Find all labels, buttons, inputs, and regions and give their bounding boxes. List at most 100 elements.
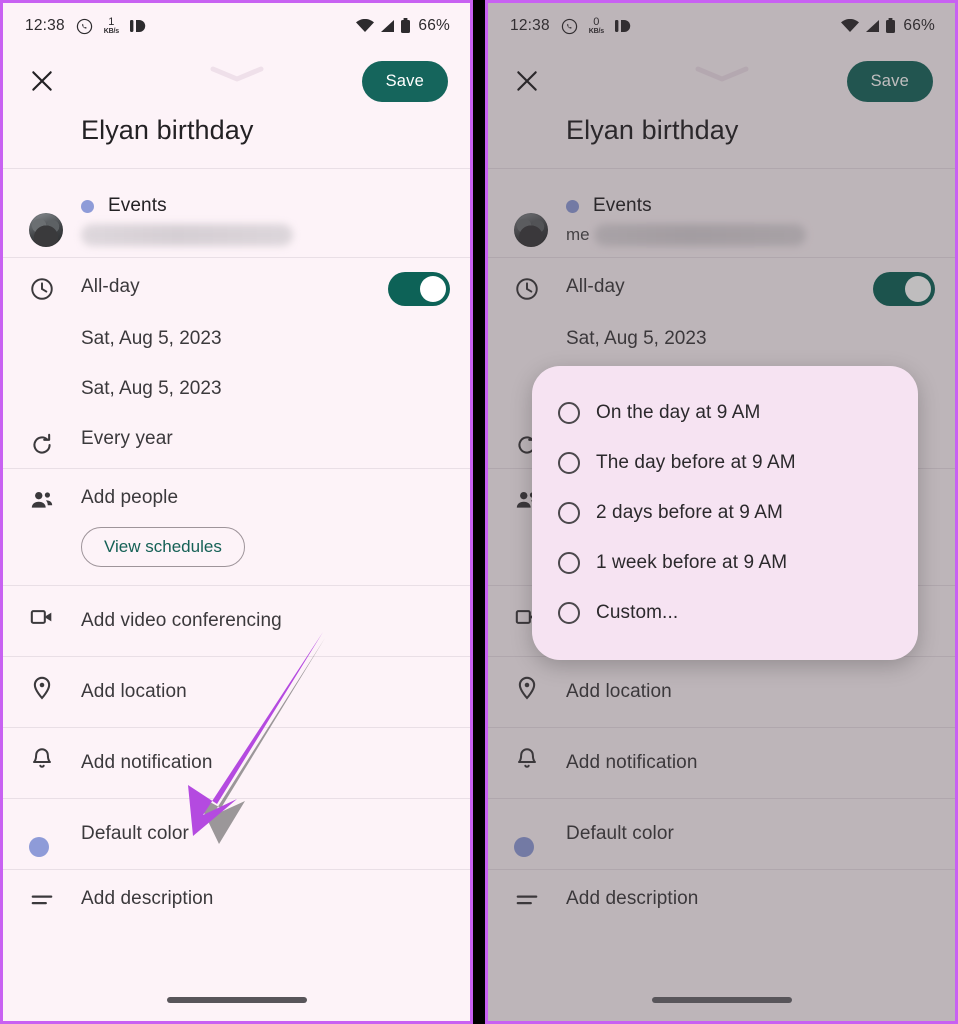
all-day-row[interactable]: All-day [488,258,955,314]
notification-options-dialog[interactable]: On the day at 9 AM The day before at 9 A… [532,366,918,660]
default-color-label: Default color [566,823,674,844]
add-notification-row[interactable]: Add notification [488,728,955,798]
battery-percent: 66% [418,17,450,34]
end-date: Sat, Aug 5, 2023 [81,378,222,399]
save-button[interactable]: Save [361,60,448,102]
masked-account-email [81,224,293,246]
location-pin-icon [514,675,540,727]
add-notification-row[interactable]: Add notification [3,728,470,798]
calendar-name: Events [108,195,167,216]
account-line [81,217,450,247]
start-date: Sat, Aug 5, 2023 [81,328,222,349]
add-people-label: Add people [81,487,179,508]
wifi-icon [356,19,375,33]
start-date: Sat, Aug 5, 2023 [566,328,707,349]
radio-button-icon[interactable] [558,602,580,624]
drag-handle-chevron-icon[interactable] [209,65,265,83]
notification-option-label: The day before at 9 AM [596,452,796,473]
radio-button-icon[interactable] [558,552,580,574]
recurrence-row[interactable]: Every year [3,414,470,468]
calendar-name: Events [593,195,652,216]
location-pin-icon [29,675,55,727]
radio-button-icon[interactable] [558,402,580,424]
default-color-row[interactable]: Default color [3,799,470,869]
avatar-slot [514,177,566,247]
notification-option-label: On the day at 9 AM [596,402,761,423]
account-line: me [566,217,935,247]
status-bar: 12:38 0 KB/s 66% [488,3,955,49]
end-date-row[interactable]: Sat, Aug 5, 2023 [3,364,470,414]
left-screen: 12:38 1 KB/s 66% Save Elyan birthday Eve… [3,3,470,1021]
location-icon-slot [29,657,81,727]
cellular-signal-icon [379,19,395,33]
save-button[interactable]: Save [846,60,933,102]
add-video-conferencing-row[interactable]: Add video conferencing [3,586,470,656]
notification-option-0[interactable]: On the day at 9 AM [532,388,918,438]
wifi-icon [841,19,860,33]
repeat-icon-slot [29,414,81,468]
calendar-color-dot-icon [566,199,579,213]
description-icon-slot [514,870,566,934]
whatsapp-icon [561,18,578,35]
drag-handle-chevron-icon[interactable] [694,65,750,83]
add-description-label: Add description [566,888,699,909]
status-time: 12:38 [510,17,550,34]
avatar-slot [29,177,81,247]
clock-icon [29,276,55,314]
recurrence-label: Every year [81,428,173,449]
close-icon[interactable] [29,68,55,94]
radio-button-icon[interactable] [558,452,580,474]
add-description-row[interactable]: Add description [3,870,470,934]
add-video-label: Add video conferencing [81,610,282,631]
default-color-row[interactable]: Default color [488,799,955,869]
description-lines-icon [29,888,55,934]
network-speed-indicator: 1 KB/s [104,17,119,36]
description-icon-slot [29,870,81,934]
all-day-row[interactable]: All-day [3,258,470,314]
masked-account-email [593,224,806,246]
add-notification-label: Add notification [81,752,213,773]
home-indicator[interactable] [651,997,792,1003]
add-location-row[interactable]: Add location [3,657,470,727]
radio-button-icon[interactable] [558,502,580,524]
calendar-account-row[interactable]: Events [3,169,470,257]
bell-icon-slot [29,728,81,798]
notification-option-2[interactable]: 2 days before at 9 AM [532,488,918,538]
pushbullet-icon [129,19,146,33]
event-title[interactable]: Elyan birthday [488,113,955,168]
battery-percent: 66% [903,17,935,34]
repeat-icon [29,432,55,468]
network-speed-value: 0 [593,16,600,28]
close-icon[interactable] [514,68,540,94]
notification-option-1[interactable]: The day before at 9 AM [532,438,918,488]
add-location-label: Add location [566,681,672,702]
default-color-label: Default color [81,823,189,844]
all-day-toggle[interactable] [388,272,450,306]
start-date-row[interactable]: Sat, Aug 5, 2023 [488,314,955,364]
clock-icon-slot [29,258,81,314]
home-indicator[interactable] [166,997,307,1003]
add-notification-label: Add notification [566,752,698,773]
account-prefix: me [566,225,590,244]
view-schedules-button[interactable]: View schedules [81,527,245,567]
event-title[interactable]: Elyan birthday [3,113,470,168]
start-date-row[interactable]: Sat, Aug 5, 2023 [3,314,470,364]
notification-option-label: 2 days before at 9 AM [596,502,783,523]
all-day-toggle[interactable] [873,272,935,306]
status-time: 12:38 [25,17,65,34]
notification-option-4[interactable]: Custom... [532,588,918,638]
pushbullet-icon [614,19,631,33]
whatsapp-icon [76,18,93,35]
bell-icon [514,746,540,798]
video-camera-icon [29,604,55,656]
notification-option-3[interactable]: 1 week before at 9 AM [532,538,918,588]
add-description-row[interactable]: Add description [488,870,955,934]
status-bar: 12:38 1 KB/s 66% [3,3,470,49]
add-location-row[interactable]: Add location [488,657,955,727]
calendar-account-row[interactable]: Events me [488,169,955,257]
network-speed-unit: KB/s [588,28,604,35]
add-people-row[interactable]: Add people View schedules [3,469,470,585]
bell-icon [29,746,55,798]
